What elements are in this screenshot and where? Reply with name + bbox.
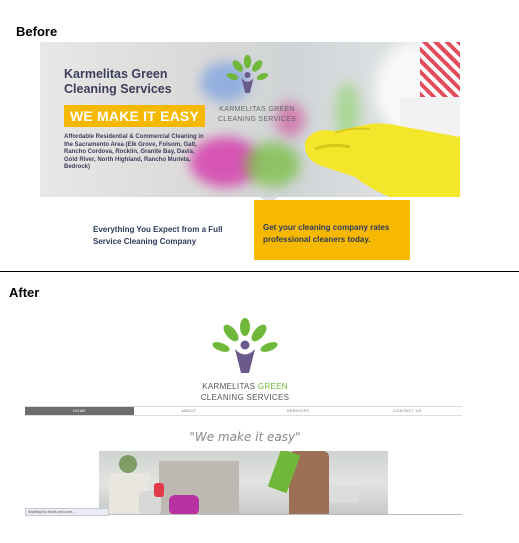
tree-logo-icon (226, 54, 269, 93)
right-tagline-box[interactable]: Get your cleaning company rates professi… (254, 200, 410, 260)
brand-name: KARMELITAS GREEN (202, 382, 288, 391)
hero-title: Karmelitas Green Cleaning Services (64, 67, 172, 96)
divider (0, 271, 519, 272)
cleaning-photo (99, 451, 388, 515)
status-bar: Waiting for fonts.net.com... (25, 508, 109, 516)
nav-home[interactable]: HOME (25, 407, 135, 415)
after-label: After (9, 285, 40, 300)
glove-image (304, 97, 460, 197)
before-screenshot: Karmelitas Green Cleaning Services WE MA… (40, 42, 460, 264)
service-area-text: Affordable Residential & Commercial Clea… (64, 134, 204, 171)
hero-banner: WE MAKE IT EASY (64, 105, 206, 127)
brand-subtitle: CLEANING SERVICES (200, 393, 290, 402)
left-tagline: Everything You Expect from a Full Servic… (93, 225, 223, 246)
logo-text: KARMELITAS GREEN CLEANING SERVICES (217, 106, 297, 123)
nav-services[interactable]: SERVICES (244, 407, 353, 415)
nav-bar: HOME ABOUT SERVICES CONTACT US (25, 406, 462, 416)
hero-image: Karmelitas Green Cleaning Services WE MA… (40, 42, 460, 197)
tree-logo-icon (212, 318, 278, 373)
nav-about[interactable]: ABOUT (134, 407, 243, 415)
before-label: Before (16, 24, 58, 39)
after-tagline: "We make it easy" (189, 430, 301, 444)
nav-contact[interactable]: CONTACT US (353, 407, 462, 415)
